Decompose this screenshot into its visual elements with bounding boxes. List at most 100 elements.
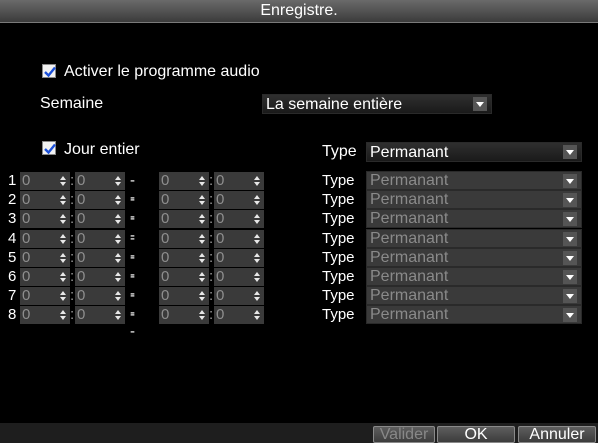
start-minute-value: 0 xyxy=(77,210,86,227)
row-type-label: Type xyxy=(322,287,355,304)
start-hour-spinner[interactable]: 0 xyxy=(20,287,70,305)
week-label: Semaine xyxy=(40,95,104,112)
row-type-label: Type xyxy=(322,230,355,247)
spin-arrows-icon xyxy=(199,176,205,186)
row-type-value: Permanant xyxy=(370,230,449,247)
time-colon: : xyxy=(70,210,75,227)
spin-arrows-icon xyxy=(115,234,121,244)
row-type-select[interactable]: Permanant xyxy=(366,229,582,248)
start-minute-spinner[interactable]: 0 xyxy=(75,287,125,305)
start-hour-spinner[interactable]: 0 xyxy=(20,306,70,324)
end-minute-spinner[interactable]: 0 xyxy=(214,210,264,228)
audio-checkbox[interactable] xyxy=(42,64,56,78)
row-type-select[interactable]: Permanant xyxy=(366,248,582,267)
end-hour-spinner[interactable]: 0 xyxy=(159,210,209,228)
start-hour-spinner[interactable]: 0 xyxy=(20,172,70,190)
chevron-down-icon xyxy=(563,289,577,303)
row-number: 5 xyxy=(8,249,17,266)
spin-arrows-icon xyxy=(254,214,260,224)
end-minute-spinner[interactable]: 0 xyxy=(214,191,264,209)
row-type-label: Type xyxy=(322,172,355,189)
spin-arrows-icon xyxy=(254,234,260,244)
spin-arrows-icon xyxy=(199,291,205,301)
start-minute-spinner[interactable]: 0 xyxy=(75,191,125,209)
start-hour-spinner[interactable]: 0 xyxy=(20,249,70,267)
end-hour-value: 0 xyxy=(161,268,170,285)
spin-arrows-icon xyxy=(199,272,205,282)
row-type-select[interactable]: Permanant xyxy=(366,190,582,209)
start-hour-spinner[interactable]: 0 xyxy=(20,268,70,286)
chevron-down-icon xyxy=(563,270,577,284)
end-minute-spinner[interactable]: 0 xyxy=(214,249,264,267)
end-hour-spinner[interactable]: 0 xyxy=(159,287,209,305)
row-number: 7 xyxy=(8,287,17,304)
spin-arrows-icon xyxy=(60,310,66,320)
time-separator: -- xyxy=(130,306,135,340)
spin-arrows-icon xyxy=(60,253,66,263)
row-type-select[interactable]: Permanant xyxy=(366,267,582,286)
end-minute-value: 0 xyxy=(216,230,225,247)
allday-type-select[interactable]: Permanant xyxy=(366,142,582,162)
end-hour-spinner[interactable]: 0 xyxy=(159,268,209,286)
start-minute-value: 0 xyxy=(77,191,86,208)
spin-arrows-icon xyxy=(115,176,121,186)
checkmark-icon xyxy=(44,66,56,78)
week-select-value: La semaine entière xyxy=(266,96,403,113)
row-type-label: Type xyxy=(322,268,355,285)
start-minute-spinner[interactable]: 0 xyxy=(75,249,125,267)
validate-button[interactable]: Valider xyxy=(373,426,435,443)
end-hour-value: 0 xyxy=(161,249,170,266)
end-minute-spinner[interactable]: 0 xyxy=(214,230,264,248)
end-minute-value: 0 xyxy=(216,210,225,227)
end-hour-spinner[interactable]: 0 xyxy=(159,306,209,324)
end-hour-spinner[interactable]: 0 xyxy=(159,230,209,248)
chevron-down-icon xyxy=(563,251,577,265)
end-minute-value: 0 xyxy=(216,249,225,266)
ok-button[interactable]: OK xyxy=(437,426,515,443)
allday-type-label: Type xyxy=(322,143,357,160)
cancel-button[interactable]: Annuler xyxy=(518,426,596,443)
start-minute-spinner[interactable]: 0 xyxy=(75,172,125,190)
start-hour-spinner[interactable]: 0 xyxy=(20,230,70,248)
start-hour-spinner[interactable]: 0 xyxy=(20,191,70,209)
time-colon: : xyxy=(209,268,214,285)
spin-arrows-icon xyxy=(199,234,205,244)
spin-arrows-icon xyxy=(115,310,121,320)
time-colon: : xyxy=(209,210,214,227)
row-type-select[interactable]: Permanant xyxy=(366,286,582,305)
spin-arrows-icon xyxy=(60,176,66,186)
start-minute-value: 0 xyxy=(77,230,86,247)
spin-arrows-icon xyxy=(254,253,260,263)
time-colon: : xyxy=(70,230,75,247)
start-hour-value: 0 xyxy=(22,172,31,189)
time-colon: : xyxy=(209,191,214,208)
end-minute-spinner[interactable]: 0 xyxy=(214,287,264,305)
start-minute-spinner[interactable]: 0 xyxy=(75,230,125,248)
end-hour-spinner[interactable]: 0 xyxy=(159,249,209,267)
allday-checkbox[interactable] xyxy=(42,141,56,155)
start-hour-spinner[interactable]: 0 xyxy=(20,210,70,228)
week-select[interactable]: La semaine entière xyxy=(262,94,492,114)
end-hour-value: 0 xyxy=(161,191,170,208)
end-minute-spinner[interactable]: 0 xyxy=(214,306,264,324)
start-minute-spinner[interactable]: 0 xyxy=(75,210,125,228)
chevron-down-icon xyxy=(563,145,577,159)
row-type-select[interactable]: Permanant xyxy=(366,171,582,190)
start-minute-spinner[interactable]: 0 xyxy=(75,268,125,286)
end-hour-value: 0 xyxy=(161,230,170,247)
end-minute-spinner[interactable]: 0 xyxy=(214,268,264,286)
time-colon: : xyxy=(209,172,214,189)
spin-arrows-icon xyxy=(60,195,66,205)
start-hour-value: 0 xyxy=(22,249,31,266)
end-minute-spinner[interactable]: 0 xyxy=(214,172,264,190)
spin-arrows-icon xyxy=(115,291,121,301)
row-number: 4 xyxy=(8,230,17,247)
row-type-select[interactable]: Permanant xyxy=(366,209,582,228)
spin-arrows-icon xyxy=(254,272,260,282)
end-hour-spinner[interactable]: 0 xyxy=(159,172,209,190)
row-type-select[interactable]: Permanant xyxy=(366,305,582,324)
spin-arrows-icon xyxy=(115,195,121,205)
end-hour-spinner[interactable]: 0 xyxy=(159,191,209,209)
start-minute-spinner[interactable]: 0 xyxy=(75,306,125,324)
record-schedule-dialog: Enregistre. Activer le programme audio S… xyxy=(0,0,598,443)
